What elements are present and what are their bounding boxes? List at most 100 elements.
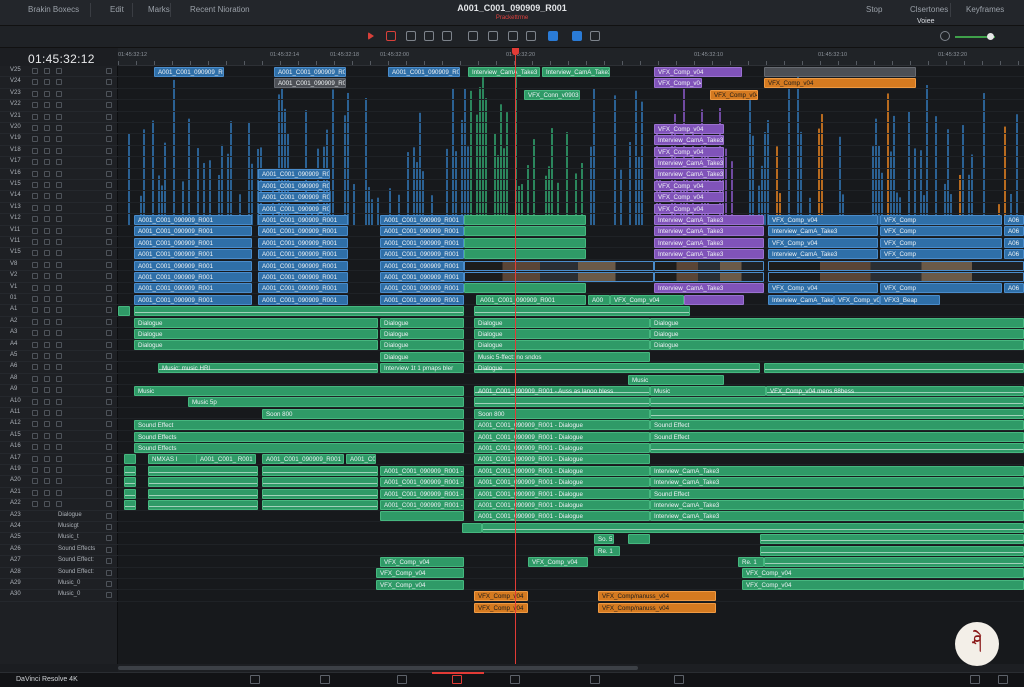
track-menu-icon[interactable] [106,569,112,576]
auto-select-icon[interactable] [44,421,50,428]
auto-select-icon[interactable] [44,432,50,439]
track-header[interactable]: V23 [0,89,118,101]
blade-icon[interactable] [406,31,416,41]
track-lane[interactable] [118,590,1024,602]
timeline-clip[interactable]: VFX_Comp_v04 [768,237,878,248]
auto-select-icon[interactable] [44,125,50,131]
lock-icon[interactable] [32,398,38,405]
timeline-clip[interactable]: Dialogue [650,328,1024,339]
track-menu-icon[interactable] [106,410,112,416]
timeline-clip[interactable]: A001_C001_090909_R001 [134,260,252,271]
track-menu-icon[interactable] [106,193,112,200]
lock-icon[interactable] [526,31,536,41]
disable-track-icon[interactable] [56,353,62,359]
lock-icon[interactable] [32,284,38,291]
auto-select-icon[interactable] [44,159,50,166]
timeline-clip[interactable]: VFX3_Beap [880,294,940,305]
timeline-clip[interactable]: A001_C001_090909_R001 [258,260,348,271]
track-menu-icon[interactable] [106,478,112,485]
timeline-clip[interactable]: A001_C001_090909_R001 [380,214,464,225]
auto-select-icon[interactable] [44,478,50,485]
timeline-clip[interactable] [768,271,1024,282]
timeline-clip[interactable] [464,271,654,282]
timeline-clip[interactable]: Dialogue [474,328,650,339]
disable-track-icon[interactable] [56,239,62,245]
auto-select-icon[interactable] [44,467,50,473]
timeline-clip[interactable]: Interview_CamA_Take3 [654,157,724,168]
disable-track-icon[interactable] [56,398,62,405]
track-menu-icon[interactable] [106,398,112,405]
disable-track-icon[interactable] [56,330,62,337]
timeline-clip[interactable] [124,454,136,465]
timeline-clip[interactable]: VFX_Comp/nanuss_v04 [598,602,716,613]
timeline-clip[interactable]: Interview_CamA_Take3 [654,237,764,248]
timeline-area[interactable]: A001_C001_090909_R001A001_C001_090909_R0… [118,66,1024,664]
lock-icon[interactable] [32,273,38,280]
timeline-clip[interactable]: Music [628,374,724,385]
track-menu-icon[interactable] [106,90,112,97]
track-menu-icon[interactable] [106,113,112,120]
lock-icon[interactable] [32,90,38,97]
timeline-clip[interactable]: A001_C001_090909_R001 [380,271,464,282]
lock-icon[interactable] [32,341,38,348]
track-menu-icon[interactable] [106,444,112,451]
timeline-clip[interactable]: NMXAS I [148,454,202,465]
lock-icon[interactable] [32,113,38,120]
disable-track-icon[interactable] [56,193,62,200]
disable-track-icon[interactable] [56,455,62,462]
timeline-clip[interactable]: A001_C001_090909_R001 [476,294,586,305]
timeline-clip[interactable]: A001_C001_090909_R001 [262,454,344,465]
timeline-clip[interactable]: Interview_CamA_Take3 [768,294,834,305]
timeline-clip[interactable] [464,283,586,294]
timeline-clip[interactable]: Interview_CamA_Take3 [654,214,764,225]
auto-select-icon[interactable] [44,227,50,234]
timeline-clip[interactable] [262,465,378,476]
track-header[interactable]: A16 [0,442,118,454]
timeline-clip[interactable] [760,545,1024,556]
timeline-clip[interactable]: A001_C001_090909_R001 [380,294,464,305]
auto-select-icon[interactable] [44,136,50,143]
lock-icon[interactable] [32,216,38,223]
timeline-clip[interactable]: Sound Effect [134,420,464,431]
scrollbar-thumb[interactable] [118,666,638,670]
timeline-clip[interactable]: VFX_Comp_v04 [376,579,464,590]
home-icon[interactable] [970,675,980,684]
track-header[interactable]: V18 [0,146,118,158]
timeline-clip[interactable]: VFX_Comp [880,249,1002,260]
track-menu-icon[interactable] [106,102,112,109]
auto-select-icon[interactable] [44,284,50,291]
timeline-clip[interactable]: A001_C001_090909_R001 [134,237,252,248]
timeline-clip[interactable] [124,499,136,510]
track-lane[interactable] [118,191,1024,203]
timeline-clip[interactable]: A001_C001_090909_R001 [258,283,348,294]
timeline-clip[interactable]: A001_C001_090909_R001 [258,271,348,282]
menu-item-stop[interactable]: Stop [866,5,882,14]
disable-track-icon[interactable] [56,125,62,131]
timeline-clip[interactable] [464,214,586,225]
auto-select-icon[interactable] [44,90,50,97]
lock-icon[interactable] [32,421,38,428]
link-icon[interactable] [468,31,478,41]
timeline-clip[interactable]: VFX_Comp_v04 mens 68bess [766,385,1024,396]
timeline-clip[interactable]: So. 5 [594,534,614,545]
timeline-clip[interactable]: A001_C001_090909_R001 [380,226,464,237]
timeline-clip[interactable]: VFX_Comp_v04 [654,146,724,157]
timeline-clip[interactable]: A06 [1004,226,1024,237]
timeline-clip[interactable]: VFX_Comp [880,214,1002,225]
track-header[interactable]: V17 [0,157,118,169]
timeline-clip[interactable] [262,488,378,499]
auto-select-icon[interactable] [44,204,50,211]
disable-track-icon[interactable] [56,68,62,74]
timeline-clip[interactable]: Sound Effect [650,431,1024,442]
timeline-clip[interactable]: A001_C001_090909_R001 [134,226,252,237]
timeline-clip[interactable]: Dialogue [474,340,650,351]
timeline-clip[interactable] [262,477,378,488]
trim-icon[interactable] [386,31,396,41]
track-header[interactable]: V19 [0,134,118,146]
timeline-clip[interactable]: A001_C001_090909_R001 - Dialogue [474,465,650,476]
auto-select-icon[interactable] [44,330,50,337]
timeline-clip[interactable] [464,237,586,248]
track-header[interactable]: 01 [0,294,118,306]
timeline-clip[interactable]: Interview_CamA_Take3 [650,477,1024,488]
auto-select-icon[interactable] [44,239,50,245]
